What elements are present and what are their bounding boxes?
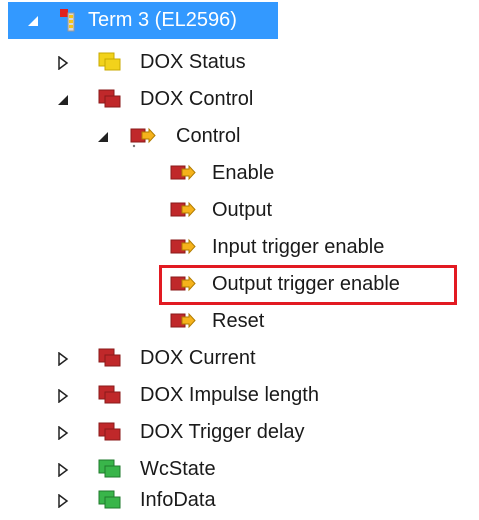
expanded-arrow-icon[interactable] [56, 93, 70, 107]
tree-item-label: InfoData [140, 489, 216, 511]
expanded-arrow-icon[interactable] [96, 130, 110, 144]
collapsed-arrow-icon[interactable] [56, 494, 70, 508]
highlight-annotation-box [159, 265, 457, 305]
tree-item-label: DOX Trigger delay [140, 421, 305, 443]
tree-item-label: Output [212, 199, 273, 221]
expanded-arrow-icon[interactable] [26, 14, 40, 28]
tree-item-input-trigger-enable[interactable]: Input trigger enable [0, 229, 479, 266]
collapsed-arrow-icon[interactable] [56, 463, 70, 477]
output-variable-icon [170, 237, 196, 257]
tree-item-label: DOX Impulse length [140, 384, 319, 406]
tree-item-label: DOX Status [140, 51, 246, 73]
tree-item-dox-current[interactable]: DOX Current [0, 340, 479, 377]
output-red-icon [98, 348, 122, 368]
output-variable-icon [130, 126, 156, 148]
collapsed-arrow-icon[interactable] [56, 352, 70, 366]
tree-item-label: Term 3 (EL2596) [88, 9, 237, 31]
tree-item-reset[interactable]: Reset [0, 303, 479, 340]
tree-item-label: Control [176, 125, 241, 147]
tree-item-output[interactable]: Output [0, 192, 479, 229]
input-green-icon [98, 490, 122, 510]
tree-item-dox-control[interactable]: DOX Control [0, 81, 479, 118]
output-variable-icon [170, 311, 196, 331]
tree-item-enable[interactable]: Enable [0, 155, 479, 192]
output-variable-icon [170, 163, 196, 183]
output-red-icon [98, 385, 122, 405]
collapsed-arrow-icon[interactable] [56, 56, 70, 70]
tree-item-dox-impulse-length[interactable]: DOX Impulse length [0, 377, 479, 414]
tree-item-label: Input trigger enable [212, 236, 385, 258]
tree-item-control[interactable]: Control [0, 118, 479, 155]
collapsed-arrow-icon[interactable] [56, 389, 70, 403]
input-yellow-icon [98, 52, 122, 72]
output-red-icon [98, 422, 122, 442]
collapsed-arrow-icon[interactable] [56, 426, 70, 440]
input-green-icon [98, 459, 122, 479]
tree-item-dox-status[interactable]: DOX Status [0, 44, 479, 81]
tree-item-label: Enable [212, 162, 275, 184]
tree-item-label: DOX Control [140, 88, 254, 110]
io-tree: Term 3 (EL2596) DOX Status DOX Control C… [0, 0, 479, 520]
tree-item-infodata[interactable]: InfoData [0, 482, 479, 519]
terminal-icon [58, 7, 78, 33]
tree-item-label: WcState [140, 458, 216, 480]
tree-item-dox-trigger-delay[interactable]: DOX Trigger delay [0, 414, 479, 451]
tree-item-label: Reset [212, 310, 265, 332]
tree-item-term3[interactable]: Term 3 (EL2596) [8, 2, 278, 39]
output-variable-icon [170, 200, 196, 220]
tree-item-label: DOX Current [140, 347, 256, 369]
output-red-icon [98, 89, 122, 109]
